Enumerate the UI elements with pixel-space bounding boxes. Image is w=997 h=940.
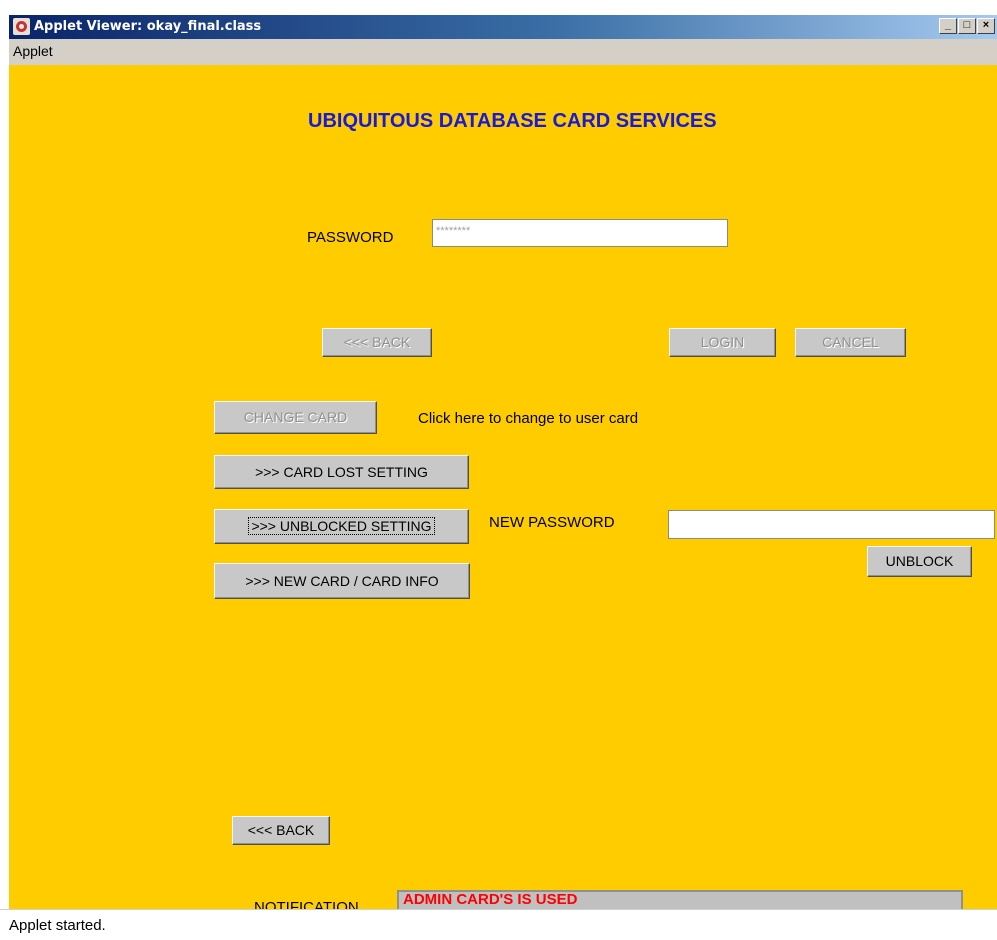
close-button[interactable]: × (977, 18, 995, 34)
new-password-label: NEW PASSWORD (489, 514, 615, 531)
status-text: Applet started. (9, 917, 106, 934)
cancel-button[interactable]: CANCEL (795, 328, 906, 357)
maximize-button[interactable]: □ (958, 18, 976, 34)
password-field[interactable]: ******** (432, 219, 728, 247)
password-label: PASSWORD (307, 229, 394, 246)
applet-viewer-icon (13, 18, 30, 35)
change-card-hint: Click here to change to user card (418, 410, 639, 427)
back-button-top[interactable]: <<< BACK (322, 328, 432, 357)
new-password-field[interactable] (668, 510, 995, 539)
applet-panel: UBIQUITOUS DATABASE CARD SERVICES PASSWO… (9, 65, 997, 909)
status-bar: Applet started. (0, 909, 997, 940)
back-button-bottom[interactable]: <<< BACK (232, 816, 330, 845)
notification-field: ADMIN CARD'S IS USED (397, 890, 963, 909)
change-card-button[interactable]: CHANGE CARD (214, 401, 377, 434)
card-lost-setting-button[interactable]: >>> CARD LOST SETTING (214, 455, 469, 489)
menu-applet[interactable]: Applet (13, 43, 53, 59)
unblocked-setting-label: >>> UNBLOCKED SETTING (248, 517, 435, 535)
window-title: Applet Viewer: okay_final.class (34, 19, 262, 34)
menu-bar: Applet (9, 39, 997, 65)
notification-label: NOTIFICATION (254, 899, 359, 909)
minimize-button[interactable]: _ (939, 18, 957, 34)
title-bar[interactable]: Applet Viewer: okay_final.class _ □ × (9, 15, 997, 39)
unblock-button[interactable]: UNBLOCK (867, 546, 972, 577)
unblocked-setting-button[interactable]: >>> UNBLOCKED SETTING (214, 509, 469, 544)
new-card-info-button[interactable]: >>> NEW CARD / CARD INFO (214, 563, 470, 599)
login-button[interactable]: LOGIN (669, 328, 776, 357)
page-title: UBIQUITOUS DATABASE CARD SERVICES (308, 110, 717, 132)
